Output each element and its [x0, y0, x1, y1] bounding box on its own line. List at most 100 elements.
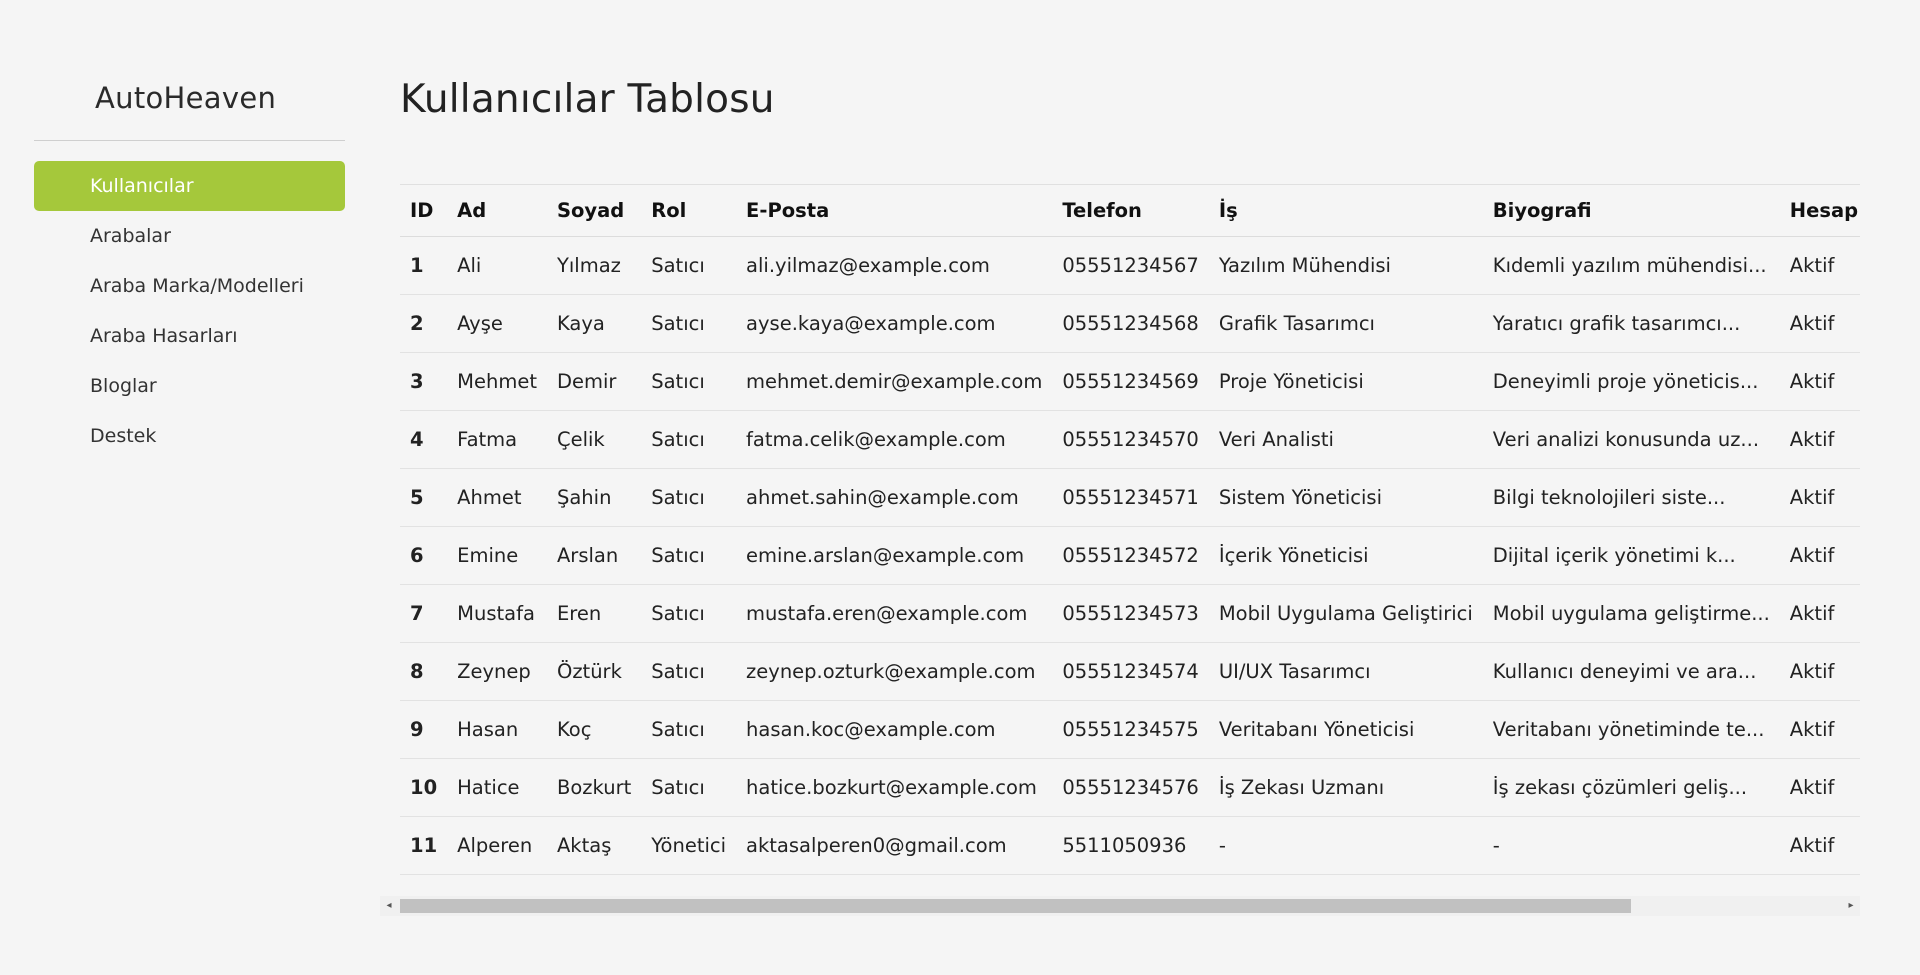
cell-ad: Ali: [447, 236, 547, 295]
cell-hesap: Aktif: [1779, 526, 1860, 585]
cell-id: 4: [400, 410, 448, 469]
cell-hesap: Aktif: [1779, 584, 1860, 643]
horizontal-scrollbar[interactable]: ◂ ▸: [380, 896, 1860, 916]
cell-soyad: Çelik: [546, 410, 642, 469]
cell-biyografi: Kullanıcı deneyimi ve ara...: [1482, 642, 1780, 701]
cell-biyografi: Veri analizi konusunda uz...: [1482, 410, 1780, 469]
column-header-ad[interactable]: Ad: [447, 184, 547, 237]
cell-id: 8: [400, 642, 448, 701]
main-content: Kullanıcılar Tablosu ID Ad Soyad Rol E-P…: [380, 70, 1860, 916]
sidebar-item-araba-hasarlari[interactable]: Araba Hasarları: [34, 311, 345, 361]
cell-eposta: hatice.bozkurt@example.com: [736, 758, 1053, 817]
cell-id: 5: [400, 468, 448, 527]
column-header-telefon[interactable]: Telefon: [1052, 184, 1209, 237]
column-header-rol[interactable]: Rol: [641, 184, 737, 237]
scrollbar-thumb[interactable]: [400, 899, 1631, 913]
cell-ad: Fatma: [447, 410, 547, 469]
sidebar-item-bloglar[interactable]: Bloglar: [34, 361, 345, 411]
column-header-soyad[interactable]: Soyad: [546, 184, 642, 237]
cell-hesap: Aktif: [1779, 642, 1860, 701]
cell-telefon: 05551234569: [1052, 352, 1209, 411]
cell-is: -: [1208, 816, 1483, 875]
cell-eposta: hasan.koc@example.com: [736, 700, 1053, 759]
sidebar-item-araba-marka-modelleri[interactable]: Araba Marka/Modelleri: [34, 261, 345, 311]
cell-biyografi: Dijital içerik yönetimi k...: [1482, 526, 1780, 585]
cell-biyografi: Kıdemli yazılım mühendisi...: [1482, 236, 1780, 295]
cell-biyografi: Mobil uygulama geliştirme...: [1482, 584, 1780, 643]
table-row[interactable]: 4 Fatma Çelik Satıcı fatma.celik@example…: [400, 410, 1860, 469]
cell-biyografi: Bilgi teknolojileri siste...: [1482, 468, 1780, 527]
column-header-hesap[interactable]: Hesap: [1779, 184, 1860, 237]
table-row[interactable]: 3 Mehmet Demir Satıcı mehmet.demir@examp…: [400, 352, 1860, 411]
cell-is: UI/UX Tasarımcı: [1208, 642, 1483, 701]
cell-id: 10: [400, 758, 448, 817]
sidebar-item-kullanicilar[interactable]: Kullanıcılar: [34, 161, 345, 211]
cell-eposta: zeynep.ozturk@example.com: [736, 642, 1053, 701]
cell-is: Sistem Yöneticisi: [1208, 468, 1483, 527]
cell-telefon: 05551234573: [1052, 584, 1209, 643]
cell-ad: Ayşe: [447, 294, 547, 353]
cell-is: Mobil Uygulama Geliştirici: [1208, 584, 1483, 643]
cell-id: 2: [400, 294, 448, 353]
cell-telefon: 05551234571: [1052, 468, 1209, 527]
cell-is: Grafik Tasarımcı: [1208, 294, 1483, 353]
cell-eposta: ahmet.sahin@example.com: [736, 468, 1053, 527]
table-row[interactable]: 10 Hatice Bozkurt Satıcı hatice.bozkurt@…: [400, 758, 1860, 817]
cell-ad: Hatice: [447, 758, 547, 817]
cell-id: 11: [400, 816, 448, 875]
column-header-eposta[interactable]: E-Posta: [736, 184, 1053, 237]
sidebar-item-destek[interactable]: Destek: [34, 411, 345, 461]
cell-ad: Emine: [447, 526, 547, 585]
table-row[interactable]: 7 Mustafa Eren Satıcı mustafa.eren@examp…: [400, 584, 1860, 643]
cell-soyad: Koç: [546, 700, 642, 759]
table-row[interactable]: 2 Ayşe Kaya Satıcı ayse.kaya@example.com…: [400, 294, 1860, 353]
cell-is: Proje Yöneticisi: [1208, 352, 1483, 411]
table-scroll-container[interactable]: ID Ad Soyad Rol E-Posta Telefon İş Biyog…: [400, 184, 1860, 884]
cell-ad: Hasan: [447, 700, 547, 759]
cell-rol: Satıcı: [641, 352, 737, 411]
sidebar: AutoHeaven Kullanıcılar Arabalar Araba M…: [34, 70, 345, 461]
cell-soyad: Eren: [546, 584, 642, 643]
table-row[interactable]: 1 Ali Yılmaz Satıcı ali.yilmaz@example.c…: [400, 236, 1860, 295]
column-header-is[interactable]: İş: [1208, 184, 1483, 237]
cell-hesap: Aktif: [1779, 758, 1860, 817]
cell-hesap: Aktif: [1779, 236, 1860, 295]
cell-eposta: mehmet.demir@example.com: [736, 352, 1053, 411]
table-row[interactable]: 11 Alperen Aktaş Yönetici aktasalperen0@…: [400, 816, 1860, 875]
cell-ad: Mehmet: [447, 352, 547, 411]
cell-biyografi: Deneyimli proje yöneticis...: [1482, 352, 1780, 411]
cell-telefon: 05551234567: [1052, 236, 1209, 295]
cell-eposta: emine.arslan@example.com: [736, 526, 1053, 585]
column-header-biyografi[interactable]: Biyografi: [1482, 184, 1780, 237]
table-row[interactable]: 5 Ahmet Şahin Satıcı ahmet.sahin@example…: [400, 468, 1860, 527]
cell-ad: Alperen: [447, 816, 547, 875]
cell-soyad: Aktaş: [546, 816, 642, 875]
cell-soyad: Arslan: [546, 526, 642, 585]
scroll-right-icon[interactable]: ▸: [1842, 896, 1860, 916]
cell-eposta: mustafa.eren@example.com: [736, 584, 1053, 643]
cell-soyad: Kaya: [546, 294, 642, 353]
sidebar-item-arabalar[interactable]: Arabalar: [34, 211, 345, 261]
column-header-id[interactable]: ID: [400, 184, 448, 237]
cell-telefon: 05551234574: [1052, 642, 1209, 701]
cell-soyad: Demir: [546, 352, 642, 411]
cell-id: 3: [400, 352, 448, 411]
cell-id: 9: [400, 700, 448, 759]
brand-logo[interactable]: AutoHeaven: [34, 70, 345, 126]
cell-telefon: 05551234575: [1052, 700, 1209, 759]
table-row[interactable]: 9 Hasan Koç Satıcı hasan.koc@example.com…: [400, 700, 1860, 759]
cell-rol: Satıcı: [641, 642, 737, 701]
cell-telefon: 05551234568: [1052, 294, 1209, 353]
cell-biyografi: -: [1482, 816, 1780, 875]
scroll-left-icon[interactable]: ◂: [380, 896, 398, 916]
table-row[interactable]: 6 Emine Arslan Satıcı emine.arslan@examp…: [400, 526, 1860, 585]
table-row[interactable]: 8 Zeynep Öztürk Satıcı zeynep.ozturk@exa…: [400, 642, 1860, 701]
sidebar-nav: Kullanıcılar Arabalar Araba Marka/Modell…: [34, 161, 345, 461]
cell-hesap: Aktif: [1779, 352, 1860, 411]
cell-ad: Zeynep: [447, 642, 547, 701]
table-header-row: ID Ad Soyad Rol E-Posta Telefon İş Biyog…: [400, 184, 1860, 237]
cell-hesap: Aktif: [1779, 294, 1860, 353]
cell-hesap: Aktif: [1779, 700, 1860, 759]
cell-rol: Satıcı: [641, 584, 737, 643]
table-body: 1 Ali Yılmaz Satıcı ali.yilmaz@example.c…: [400, 236, 1860, 875]
